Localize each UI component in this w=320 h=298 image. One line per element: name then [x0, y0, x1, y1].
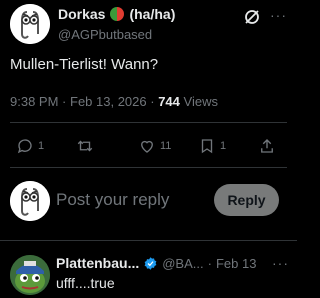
clippy-avatar-icon: [10, 181, 50, 221]
clippy-avatar-icon: [10, 4, 50, 44]
pepe-avatar-icon: [10, 255, 50, 295]
views-label: Views: [183, 94, 218, 109]
reply-text: ufff....true: [56, 275, 115, 291]
author-handle[interactable]: @AGPbutbased: [58, 27, 152, 42]
reply-icon: [17, 139, 32, 154]
reply-header: Plattenbau... @BA... · Feb 13: [56, 255, 257, 271]
bookmark-icon: [201, 139, 213, 154]
author-avatar[interactable]: [10, 4, 50, 44]
heart-icon: [141, 140, 153, 153]
bookmark-count: 1: [220, 140, 227, 152]
reply-action[interactable]: 1: [16, 137, 44, 155]
reply-author-avatar[interactable]: [10, 255, 50, 295]
more-options-icon[interactable]: ···: [272, 255, 289, 271]
more-options-icon[interactable]: ···: [270, 7, 287, 23]
composer-avatar: [10, 181, 50, 221]
tweet-date[interactable]: Feb 13, 2026: [70, 94, 147, 109]
author-name-row[interactable]: Dorkas (ha/ha): [58, 6, 175, 22]
reply-button[interactable]: Reply: [214, 184, 279, 216]
like-count: 11: [160, 140, 172, 152]
reply-author-name[interactable]: Plattenbau...: [56, 255, 139, 271]
retweet-action[interactable]: [76, 137, 98, 155]
verified-badge-icon: [144, 256, 157, 270]
like-action[interactable]: 11: [138, 137, 171, 155]
divider: [10, 167, 287, 168]
share-icon: [261, 139, 273, 153]
divider: [10, 122, 287, 123]
author-name-suffix: (ha/ha): [129, 6, 176, 22]
share-action[interactable]: [258, 137, 276, 155]
bookmark-action[interactable]: 1: [198, 137, 226, 155]
reply-date[interactable]: Feb 13: [216, 256, 256, 271]
reply-author-handle[interactable]: @BA...: [162, 256, 203, 271]
tweet-text: Mullen-Tierlist! Wann?: [10, 56, 159, 73]
reply-input[interactable]: Post your reply: [56, 190, 169, 210]
reply-count: 1: [38, 140, 45, 152]
tweet-time[interactable]: 9:38 PM: [10, 94, 58, 109]
retweet-icon: [77, 140, 93, 152]
author-name[interactable]: Dorkas: [58, 6, 105, 22]
divider: [0, 240, 297, 241]
grok-icon[interactable]: [243, 8, 261, 26]
views-count: 744: [158, 94, 180, 109]
flag-badge-icon: [110, 7, 125, 21]
tweet-meta: 9:38 PM · Feb 13, 2026 · 744 Views: [10, 94, 218, 109]
